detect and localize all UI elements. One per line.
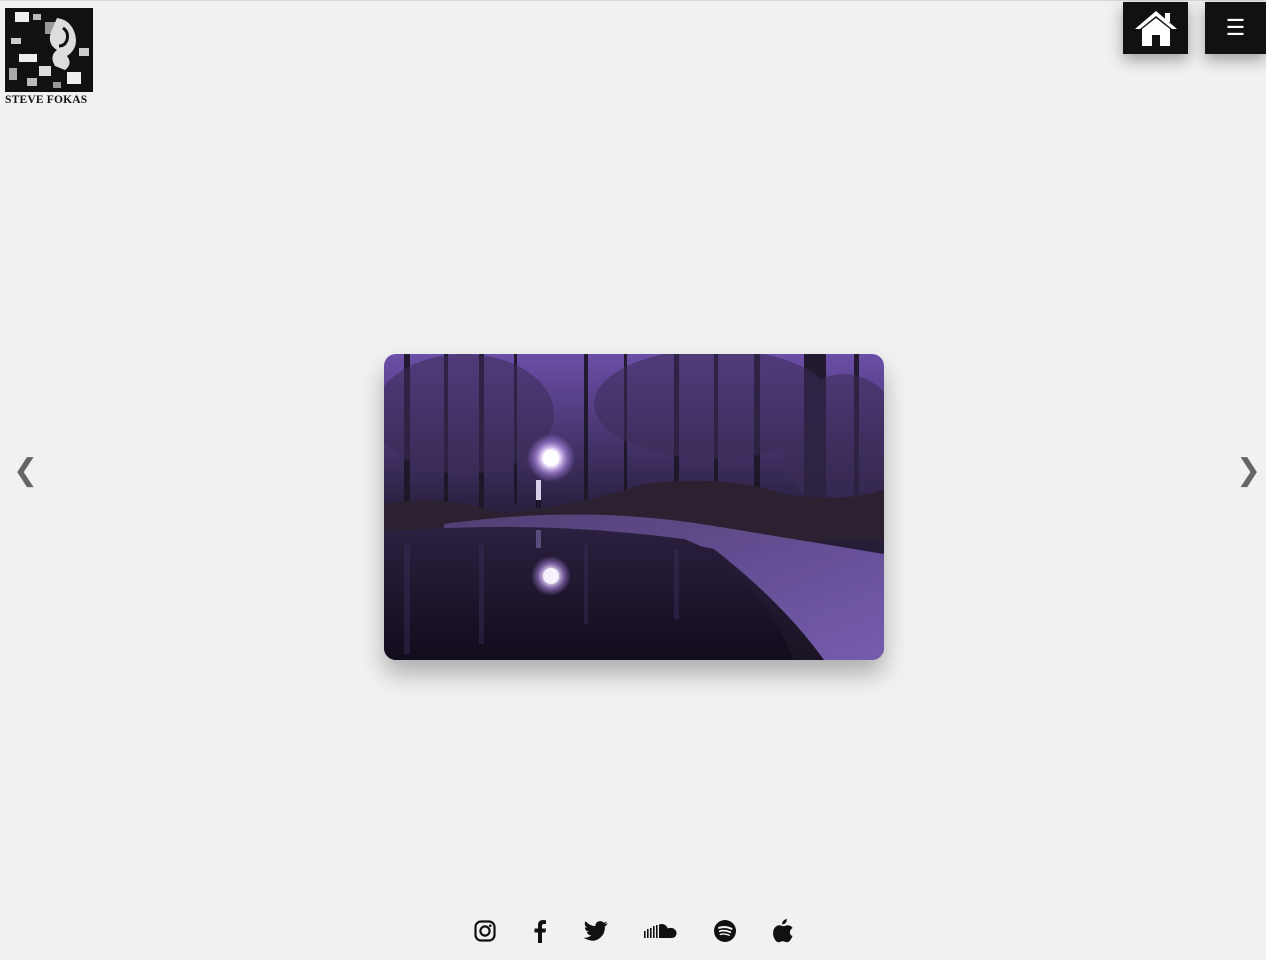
hamburger-menu-icon: ☰: [1225, 15, 1246, 40]
twitter-icon[interactable]: [583, 913, 609, 949]
forest-night-photo: [384, 354, 884, 660]
apple-icon[interactable]: [771, 913, 795, 949]
home-button[interactable]: [1123, 2, 1188, 54]
social-links: [0, 913, 1266, 949]
site-logo[interactable]: STEVE FOKAS: [5, 8, 95, 108]
facebook-icon[interactable]: [530, 913, 550, 949]
logo-text: STEVE FOKAS: [5, 94, 88, 106]
soundcloud-icon[interactable]: [643, 913, 679, 949]
spotify-icon[interactable]: [713, 913, 737, 949]
logo-portrait-icon: [5, 8, 93, 92]
instagram-icon[interactable]: [472, 913, 498, 949]
home-icon: [1134, 11, 1177, 46]
slide-image: [384, 354, 884, 660]
previous-slide-button[interactable]: ❮: [13, 451, 38, 491]
next-slide-button[interactable]: ❯: [1236, 451, 1261, 491]
menu-button[interactable]: ☰: [1205, 2, 1266, 54]
